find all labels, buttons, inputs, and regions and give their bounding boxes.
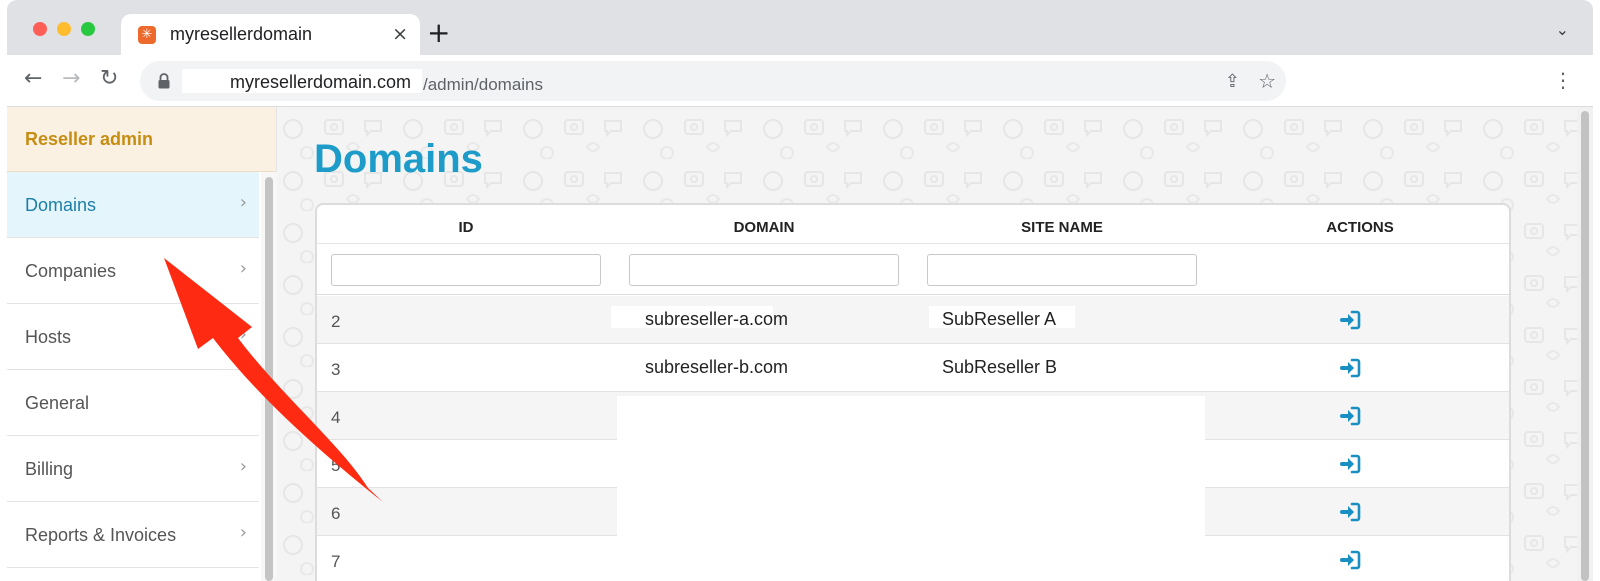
back-arrow-icon[interactable]: ←: [24, 66, 42, 91]
tab-title: myresellerdomain: [170, 24, 313, 44]
sidebar-title: Reseller admin: [25, 129, 154, 149]
sidebar-scrollbar-thumb[interactable]: [265, 177, 273, 581]
reload-icon[interactable]: ↻: [100, 66, 118, 91]
browser-menu-icon[interactable]: ⋮: [1553, 68, 1573, 92]
sidebar-item-general[interactable]: General: [7, 370, 259, 436]
chevron-right-icon: ›: [239, 522, 247, 543]
column-header-id[interactable]: ID: [317, 219, 615, 236]
cell-id: 4: [331, 408, 341, 427]
id-filter-input[interactable]: [331, 254, 601, 286]
sidebar-header: Reseller admin: [7, 107, 276, 172]
site-name-filter-input[interactable]: [927, 254, 1197, 286]
window-edge: [1593, 0, 1600, 581]
chevron-right-icon: ›: [239, 258, 247, 279]
sidebar-item-label: General: [25, 393, 90, 413]
login-icon[interactable]: [1340, 405, 1362, 427]
sidebar-item-label: Hosts: [25, 327, 72, 347]
cell-id: 6: [331, 504, 341, 523]
forward-arrow-icon[interactable]: →: [62, 66, 80, 91]
sidebar-item-reports-invoices[interactable]: Reports & Invoices ›: [7, 502, 259, 568]
column-header-domain[interactable]: DOMAIN: [615, 219, 913, 236]
minimize-window-button[interactable]: [57, 22, 71, 36]
cell-id: 2: [331, 312, 341, 331]
address-bar[interactable]: myresellerdomain.com /admin/domains ⇪ ☆: [140, 61, 1286, 101]
chevron-right-icon: ›: [239, 456, 247, 477]
main-scrollbar-track[interactable]: [1577, 107, 1593, 581]
table-row[interactable]: 3 subreseller-b.com SubReseller B: [317, 344, 1509, 392]
login-icon[interactable]: [1340, 549, 1362, 571]
filter-row: [317, 243, 1509, 295]
sidebar-item-billing[interactable]: Billing ›: [7, 436, 259, 502]
maximize-window-button[interactable]: [81, 22, 95, 36]
sidebar-item-label: Billing: [25, 459, 74, 479]
login-icon[interactable]: [1340, 453, 1362, 475]
main-scrollbar-thumb[interactable]: [1581, 111, 1589, 581]
domain-filter-input[interactable]: [629, 254, 899, 286]
sidebar-item-label: Domains: [25, 195, 97, 215]
table-row[interactable]: 2 subreseller-a.com SubReseller A: [317, 296, 1509, 344]
page-viewport: Reseller admin Domains › Companies › Hos…: [7, 107, 1593, 581]
chevron-right-icon: ›: [239, 324, 247, 345]
column-header-site-name[interactable]: SITE NAME: [913, 219, 1211, 236]
page-title: Domains: [314, 137, 483, 181]
redaction-box: [617, 396, 1205, 581]
sidebar-item-companies[interactable]: Companies ›: [7, 238, 259, 304]
cell-domain: subreseller-b.com: [645, 357, 789, 377]
browser-window: ✳ myresellerdomain × + ⌄ ← → ↻ myreselle…: [7, 0, 1593, 581]
column-header-actions: ACTIONS: [1326, 219, 1394, 236]
cell-id: 7: [331, 552, 341, 571]
site-favicon-icon: ✳: [138, 26, 156, 44]
cell-id: 5: [331, 456, 341, 475]
sidebar-item-hosts[interactable]: Hosts ›: [7, 304, 259, 370]
lock-icon: [158, 73, 170, 89]
sidebar: Reseller admin Domains › Companies › Hos…: [7, 107, 277, 581]
login-icon[interactable]: [1340, 309, 1362, 331]
cell-site-name: SubReseller A: [942, 309, 1057, 329]
cell-domain: subreseller-a.com: [645, 309, 789, 329]
sidebar-item-domains[interactable]: Domains ›: [7, 172, 259, 238]
login-icon[interactable]: [1340, 357, 1362, 379]
new-tab-button[interactable]: +: [427, 16, 450, 49]
url-host: myresellerdomain.com: [230, 72, 412, 92]
sidebar-item-label: Reports & Invoices: [25, 525, 177, 545]
tab-search-chevron-icon[interactable]: ⌄: [1556, 20, 1569, 39]
share-icon[interactable]: ⇪: [1225, 71, 1240, 92]
url-path: /admin/domains: [423, 75, 544, 94]
close-window-button[interactable]: [33, 22, 47, 36]
cell-id: 3: [331, 360, 341, 379]
screenshot-frame: ✳ myresellerdomain × + ⌄ ← → ↻ myreselle…: [0, 0, 1600, 581]
domains-table: ID DOMAIN SITE NAME ACTIONS 2 subreselle…: [315, 203, 1511, 581]
bookmark-star-icon[interactable]: ☆: [1258, 69, 1276, 93]
login-icon[interactable]: [1340, 501, 1362, 523]
browser-toolbar: ← → ↻ myresellerdomain.com /admin/domain…: [7, 55, 1593, 107]
chevron-right-icon: ›: [239, 192, 247, 213]
tab-close-icon[interactable]: ×: [392, 23, 408, 45]
cell-site-name: SubReseller B: [942, 357, 1058, 377]
sidebar-item-label: Companies: [25, 261, 117, 281]
browser-tab[interactable]: ✳ myresellerdomain ×: [121, 14, 420, 55]
